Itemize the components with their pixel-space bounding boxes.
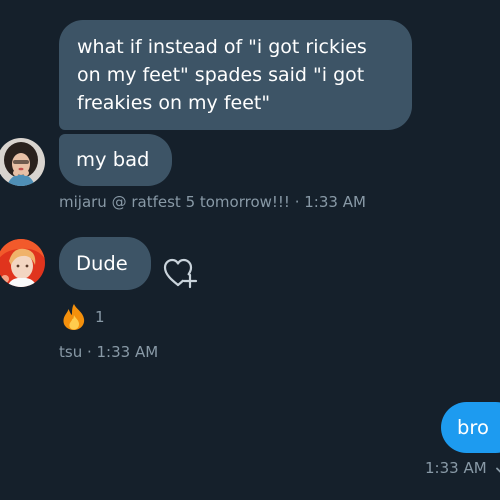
- heart-plus-icon: [163, 258, 198, 289]
- avatar-mijaru[interactable]: [0, 138, 45, 186]
- message-bubble-incoming[interactable]: what if instead of "i got rickies on my …: [59, 20, 412, 130]
- avatar-mijaru-image: [0, 138, 45, 186]
- message-text: my bad: [76, 148, 150, 171]
- message-bubble-outgoing[interactable]: bro: [441, 402, 500, 453]
- message-meta-outgoing: 1:33 AM: [425, 459, 500, 477]
- timestamp: 1:33 AM: [425, 459, 487, 477]
- message-text-line: freakies on my feet": [77, 92, 271, 114]
- sent-check-icon: [496, 467, 500, 473]
- fire-icon: [63, 304, 85, 330]
- reaction-chip[interactable]: 1: [59, 303, 105, 331]
- message-meta-mijaru: mijaru @ ratfest 5 tomorrow!!! · 1:33 AM: [59, 193, 366, 211]
- add-reaction-button[interactable]: [162, 256, 200, 290]
- reaction-count: 1: [95, 308, 105, 326]
- message-text: bro: [457, 416, 489, 439]
- message-meta-tsu: tsu · 1:33 AM: [59, 343, 159, 361]
- message-bubble-incoming[interactable]: my bad: [59, 134, 172, 186]
- avatar-tsu-image: [0, 239, 45, 287]
- message-text: Dude: [76, 252, 128, 275]
- dm-conversation: what if instead of "i got rickies on my …: [0, 0, 500, 500]
- message-text-line: what if instead of "i got rickies: [77, 36, 367, 58]
- message-text-line: on my feet" spades said "i got: [77, 64, 365, 86]
- avatar-tsu[interactable]: [0, 239, 45, 287]
- message-bubble-incoming[interactable]: Dude: [59, 237, 151, 290]
